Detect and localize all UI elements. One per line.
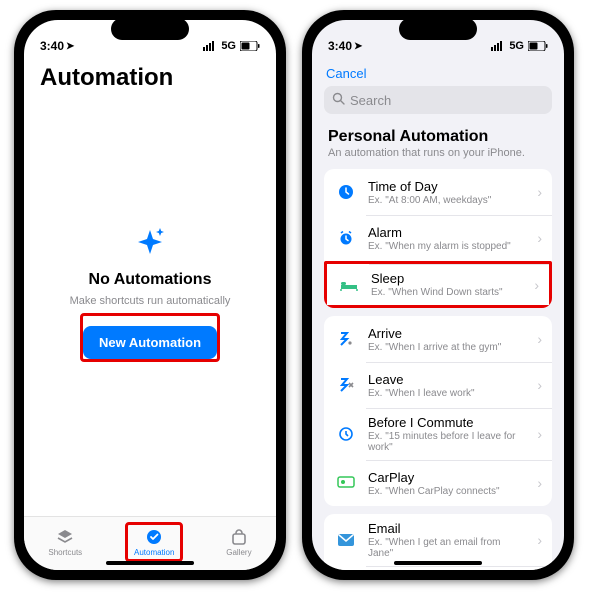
- chevron-right-icon: ›: [537, 426, 542, 442]
- tab-shortcuts[interactable]: Shortcuts: [42, 525, 88, 559]
- trigger-title: Leave: [368, 372, 527, 387]
- chevron-right-icon: ›: [537, 532, 542, 548]
- battery-icon: [240, 41, 260, 51]
- empty-title: No Automations: [89, 271, 212, 289]
- trigger-title: Time of Day: [368, 179, 527, 194]
- trigger-subtitle: Ex. "When I get an email from Jane": [368, 537, 527, 559]
- battery-icon: [528, 41, 548, 51]
- home-indicator: [394, 561, 482, 565]
- list-group-time: Time of DayEx. "At 8:00 AM, weekdays"›Al…: [324, 169, 552, 308]
- bed-icon: [337, 273, 361, 297]
- trigger-title: Email: [368, 521, 527, 536]
- trigger-text: AlarmEx. "When my alarm is stopped": [368, 225, 527, 252]
- section-header: Personal Automation An automation that r…: [312, 122, 564, 161]
- trigger-title: CarPlay: [368, 470, 527, 485]
- list-group-location: ArriveEx. "When I arrive at the gym"›Lea…: [324, 316, 552, 506]
- trigger-title: Sleep: [371, 271, 524, 286]
- trigger-subtitle: Ex. "When CarPlay connects": [368, 486, 527, 497]
- chevron-right-icon: ›: [537, 377, 542, 393]
- trigger-title: Before I Commute: [368, 415, 527, 430]
- sparkle-icon: [132, 224, 168, 265]
- chevron-right-icon: ›: [537, 184, 542, 200]
- trigger-text: LeaveEx. "When I leave work": [368, 372, 527, 399]
- network-label: 5G: [221, 40, 236, 52]
- status-time: 3:40: [40, 39, 64, 53]
- search-icon: [332, 92, 345, 108]
- trigger-text: Before I CommuteEx. "15 minutes before I…: [368, 415, 527, 453]
- signal-icon: [203, 41, 217, 51]
- phone-left: 3:40 ➤ 5G Automation No Automations Make…: [14, 10, 286, 580]
- trigger-text: ArriveEx. "When I arrive at the gym": [368, 326, 527, 353]
- clock-icon: [334, 180, 358, 204]
- trigger-row-message[interactable]: MessageEx. "When I get a message from Mo…: [324, 566, 552, 570]
- dynamic-island: [111, 18, 189, 40]
- empty-subtitle: Make shortcuts run automatically: [70, 295, 231, 307]
- trigger-row-carplay[interactable]: CarPlayEx. "When CarPlay connects" ›: [324, 460, 552, 506]
- mail-icon: [334, 528, 358, 552]
- dynamic-island: [399, 18, 477, 40]
- trigger-title: Alarm: [368, 225, 527, 240]
- trigger-title: Arrive: [368, 326, 527, 341]
- trigger-row-time-of-day[interactable]: Time of DayEx. "At 8:00 AM, weekdays" ›: [324, 169, 552, 215]
- highlight-automation-tab: Automation: [125, 522, 183, 562]
- section-subtitle: An automation that runs on your iPhone.: [328, 147, 548, 159]
- trigger-text: EmailEx. "When I get an email from Jane": [368, 521, 527, 559]
- empty-state: No Automations Make shortcuts run automa…: [24, 100, 276, 516]
- section-title: Personal Automation: [328, 128, 548, 146]
- screen-automation-empty: 3:40 ➤ 5G Automation No Automations Make…: [24, 20, 276, 570]
- chevron-right-icon: ›: [537, 475, 542, 491]
- layers-icon: [56, 527, 74, 547]
- location-icon: ➤: [354, 41, 362, 52]
- status-time: 3:40: [328, 39, 352, 53]
- new-automation-button[interactable]: New Automation: [83, 326, 217, 359]
- trigger-row-sleep[interactable]: SleepEx. "When Wind Down starts" ›: [324, 261, 552, 308]
- tab-label: Shortcuts: [48, 548, 82, 557]
- trigger-subtitle: Ex. "When I leave work": [368, 388, 527, 399]
- clock-check-icon: [145, 527, 163, 547]
- trigger-row-arrive[interactable]: ArriveEx. "When I arrive at the gym" ›: [324, 316, 552, 362]
- tab-gallery[interactable]: Gallery: [220, 525, 257, 559]
- alarm-icon: [334, 226, 358, 250]
- search-input[interactable]: Search: [324, 86, 552, 114]
- chevron-right-icon: ›: [534, 277, 539, 293]
- trigger-subtitle: Ex. "When my alarm is stopped": [368, 241, 527, 252]
- location-icon: ➤: [66, 41, 74, 52]
- page-title: Automation: [24, 60, 276, 100]
- trigger-row-email[interactable]: EmailEx. "When I get an email from Jane"…: [324, 514, 552, 566]
- arrive-icon: [334, 327, 358, 351]
- search-placeholder: Search: [350, 93, 391, 108]
- trigger-subtitle: Ex. "At 8:00 AM, weekdays": [368, 195, 527, 206]
- bag-icon: [230, 527, 248, 547]
- tab-label: Automation: [134, 548, 174, 557]
- trigger-row-alarm[interactable]: AlarmEx. "When my alarm is stopped" ›: [324, 215, 552, 261]
- trigger-text: CarPlayEx. "When CarPlay connects": [368, 470, 527, 497]
- trigger-subtitle: Ex. "15 minutes before I leave for work": [368, 431, 527, 453]
- signal-icon: [491, 41, 505, 51]
- highlight-new-automation: New Automation: [80, 313, 220, 362]
- home-indicator: [106, 561, 194, 565]
- chevron-right-icon: ›: [537, 230, 542, 246]
- carplay-icon: [334, 471, 358, 495]
- trigger-text: SleepEx. "When Wind Down starts": [371, 271, 524, 298]
- trigger-list[interactable]: Time of DayEx. "At 8:00 AM, weekdays"›Al…: [312, 161, 564, 570]
- trigger-subtitle: Ex. "When Wind Down starts": [371, 287, 524, 298]
- cancel-button[interactable]: Cancel: [326, 66, 366, 81]
- nav-bar: Cancel: [312, 60, 564, 84]
- trigger-row-before-i-commute[interactable]: Before I CommuteEx. "15 minutes before I…: [324, 408, 552, 460]
- tab-label: Gallery: [226, 548, 251, 557]
- trigger-subtitle: Ex. "When I arrive at the gym": [368, 342, 527, 353]
- chevron-right-icon: ›: [537, 331, 542, 347]
- tab-automation[interactable]: Automation: [128, 525, 180, 559]
- leave-icon: [334, 373, 358, 397]
- trigger-row-leave[interactable]: LeaveEx. "When I leave work" ›: [324, 362, 552, 408]
- trigger-text: Time of DayEx. "At 8:00 AM, weekdays": [368, 179, 527, 206]
- commute-icon: [334, 422, 358, 446]
- network-label: 5G: [509, 40, 524, 52]
- phone-right: 3:40 ➤ 5G Cancel Search Persona: [302, 10, 574, 580]
- screen-automation-picker: 3:40 ➤ 5G Cancel Search Persona: [312, 20, 564, 570]
